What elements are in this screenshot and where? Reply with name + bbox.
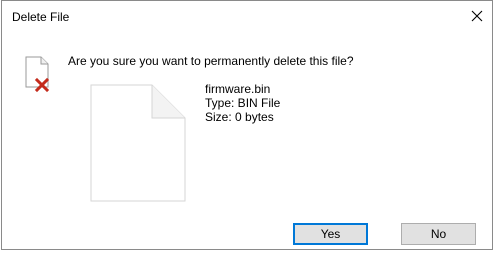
yes-button[interactable]: Yes bbox=[293, 223, 368, 245]
delete-file-icon bbox=[22, 54, 62, 94]
close-button[interactable] bbox=[462, 1, 492, 31]
delete-file-dialog: Delete File Are you sure you want to per… bbox=[0, 0, 497, 256]
file-name: firmware.bin bbox=[205, 82, 271, 96]
dialog-title: Delete File bbox=[12, 10, 70, 24]
file-icon bbox=[90, 84, 186, 202]
confirm-question: Are you sure you want to permanently del… bbox=[68, 54, 354, 68]
window-border bbox=[1, 0, 493, 250]
no-button[interactable]: No bbox=[401, 223, 476, 245]
close-icon bbox=[471, 10, 483, 22]
file-size: Size: 0 bytes bbox=[205, 110, 274, 124]
title-bar[interactable]: Delete File bbox=[2, 1, 492, 31]
file-type: Type: BIN File bbox=[205, 96, 281, 110]
file-details: firmware.bin Type: BIN File Size: 0 byte… bbox=[205, 82, 280, 124]
